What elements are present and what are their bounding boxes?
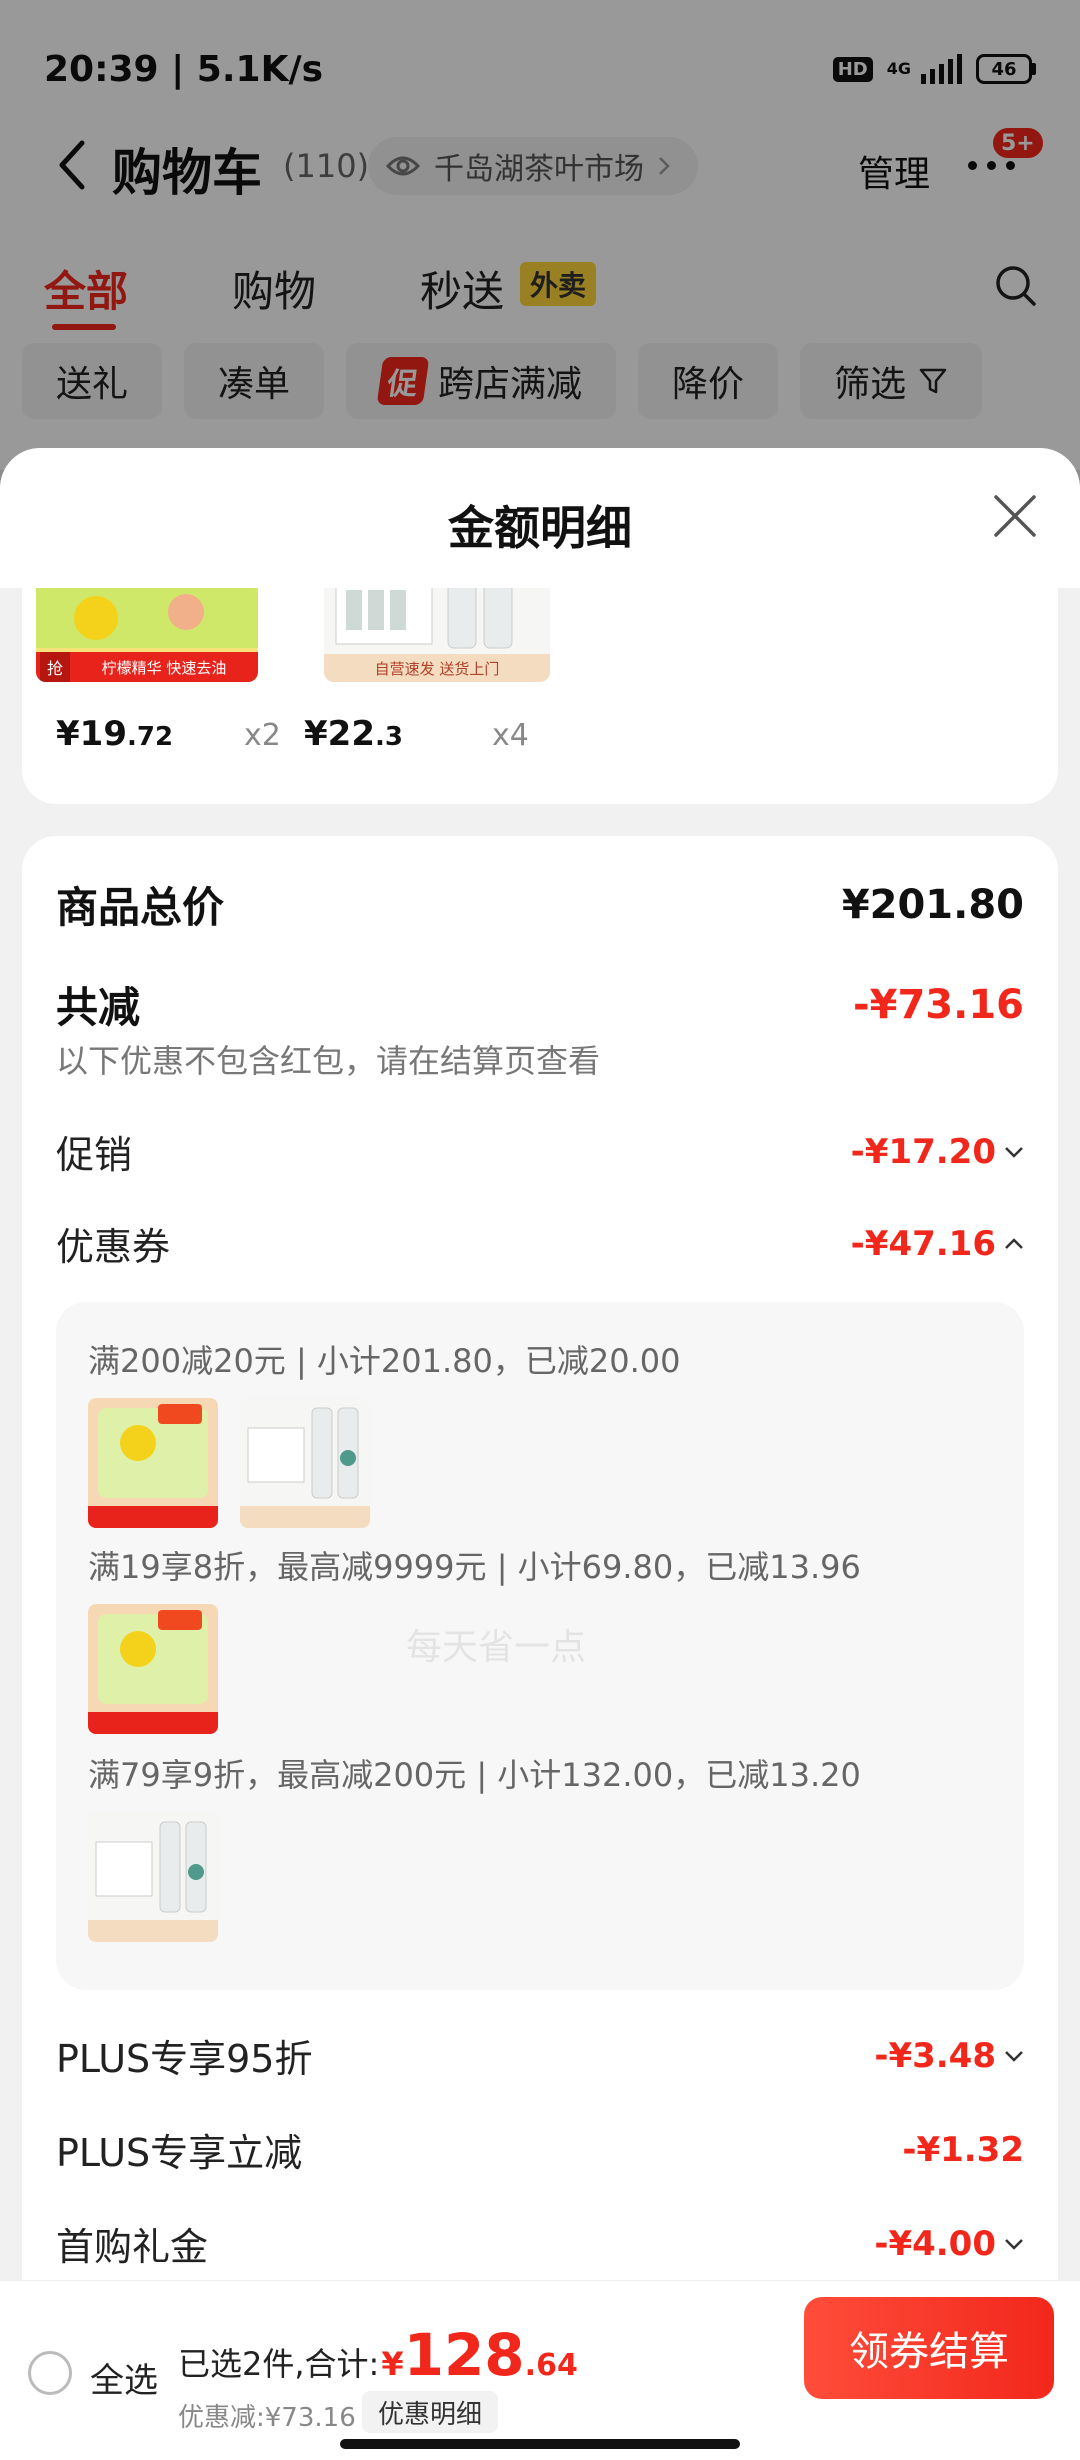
- eye-icon: [386, 156, 420, 176]
- total-price-label: 商品总价: [56, 883, 225, 932]
- chip-bundle[interactable]: 凑单: [184, 343, 325, 419]
- chevron-down-icon: [1005, 1146, 1023, 1158]
- amount-detail-sheet: 金额明细 抢 柠檬精华 快速去油 自营速发 送货上门 ¥19.72 x2 ¥22…: [0, 448, 1080, 2460]
- product-thumb-water: [240, 1398, 370, 1528]
- coupon-row[interactable]: 优惠券 -¥47.16: [56, 1216, 1024, 1271]
- chip-price-drop[interactable]: 降价: [638, 343, 779, 419]
- close-icon[interactable]: [992, 493, 1038, 539]
- product-thumb-dish-soap: [88, 1604, 218, 1734]
- product-banner-lemon: 柠檬精华 快速去油: [102, 659, 227, 677]
- item-price: ¥19.72: [56, 714, 174, 754]
- active-tab-indicator: [52, 324, 116, 330]
- discount-detail-button[interactable]: 优惠明细: [362, 2391, 499, 2433]
- coupon-rule: 满79享9折，最高减200元 | 小计132.00，已减13.20: [88, 1756, 861, 1794]
- reduction-note: 以下优惠不包含红包，请在结算页查看: [56, 1042, 601, 1080]
- chevron-right-icon: [659, 157, 670, 175]
- plus-cut-label: PLUS专享立减: [56, 2131, 303, 2175]
- cart-count: (110): [283, 147, 370, 185]
- watermark: 每天省一点: [406, 1627, 587, 1668]
- product-thumb-dish-soap: [88, 1398, 218, 1528]
- select-all-label[interactable]: 全选: [90, 2353, 158, 2402]
- status-time: 20:39 | 5.1K/s: [44, 48, 324, 90]
- manage-button[interactable]: 管理: [858, 145, 930, 197]
- filter-icon: [919, 368, 947, 394]
- item-quantity: x4: [492, 718, 529, 753]
- plus-cut-row: PLUS专享立减 -¥1.32: [56, 2122, 1024, 2177]
- tab-all[interactable]: 全部: [44, 258, 128, 319]
- tab-shopping[interactable]: 购物: [232, 258, 316, 319]
- selected-summary: 已选2件,合计: ¥ 128 .64: [178, 2321, 578, 2389]
- saved-amount: 优惠减:¥73.16: [178, 2403, 356, 2433]
- flash-sale-tag: 抢: [47, 659, 63, 678]
- plus-cut-value: -¥1.32: [902, 2129, 1024, 2170]
- plus-discount-row[interactable]: PLUS专享95折 -¥3.48: [56, 2028, 1024, 2083]
- plus-discount-label: PLUS专享95折: [56, 2037, 313, 2081]
- battery-icon: 46: [976, 54, 1036, 84]
- checkout-button[interactable]: 领券结算: [804, 2297, 1054, 2399]
- tab-instant[interactable]: 秒送: [420, 258, 504, 319]
- product-thumb-water: [88, 1812, 218, 1942]
- total-reduction-row: 共减 -¥73.16: [56, 974, 1024, 1035]
- page-title: 购物车: [112, 144, 262, 202]
- chevron-down-icon: [1005, 2050, 1023, 2062]
- total-price-row: 商品总价 ¥201.80: [56, 874, 1024, 935]
- total-amount: 128: [403, 2321, 525, 2389]
- back-arrow-icon[interactable]: [52, 135, 92, 195]
- selected-items-card: 抢 柠檬精华 快速去油 自营速发 送货上门 ¥19.72 x2 ¥22.3 x4: [22, 588, 1058, 804]
- promo-value: -¥17.20: [850, 1131, 996, 1172]
- coupon-value: -¥47.16: [850, 1223, 996, 1264]
- coupon-label: 优惠券: [56, 1225, 171, 1269]
- filter-chips: 送礼 凑单 促 跨店满减 降价 筛选: [22, 343, 983, 419]
- signal-icon: [921, 54, 962, 84]
- total-reduction-label: 共减: [56, 983, 141, 1032]
- more-icon[interactable]: [968, 161, 1015, 170]
- sheet-header: 金额明细: [0, 448, 1080, 588]
- chip-gift[interactable]: 送礼: [22, 343, 163, 419]
- total-price-value: ¥201.80: [841, 881, 1024, 928]
- market-pill[interactable]: 千岛湖茶叶市场: [368, 137, 698, 195]
- cart-header: 购物车 (110) 千岛湖茶叶市场 管理 5+: [0, 125, 1080, 205]
- sheet-title: 金额明细: [448, 501, 632, 555]
- chip-cross-store[interactable]: 促 跨店满减: [346, 343, 617, 419]
- chevron-up-icon: [1005, 1237, 1023, 1249]
- product-image-dish-soap[interactable]: 抢 柠檬精华 快速去油: [36, 588, 258, 682]
- promo-row[interactable]: 促销 -¥17.20: [56, 1124, 1024, 1179]
- plus-discount-value: -¥3.48: [874, 2035, 996, 2076]
- first-purchase-row[interactable]: 首购礼金 -¥4.00: [56, 2216, 1024, 2271]
- message-badge: 5+: [990, 125, 1046, 161]
- chip-filter[interactable]: 筛选: [800, 343, 983, 419]
- coupon-rule: 满19享8折，最高减9999元 | 小计69.80，已减13.96: [88, 1548, 861, 1586]
- hd-icon: HD: [832, 56, 873, 82]
- item-price: ¥22.3: [304, 714, 403, 754]
- takeout-tag: 外卖: [520, 262, 597, 306]
- first-purchase-label: 首购礼金: [56, 2225, 209, 2269]
- coupon-rule: 满200减20元 | 小计201.80，已减20.00: [88, 1342, 681, 1380]
- checkout-bar: 全选 已选2件,合计: ¥ 128 .64 优惠减:¥73.16 优惠明细 领券…: [0, 2280, 1080, 2460]
- promo-tag-icon: 促: [376, 357, 430, 405]
- chevron-down-icon: [1005, 2238, 1023, 2250]
- home-indicator: [340, 2439, 740, 2449]
- market-label: 千岛湖茶叶市场: [434, 152, 644, 187]
- search-icon[interactable]: [994, 264, 1038, 308]
- promo-label: 促销: [56, 1133, 133, 1177]
- first-purchase-value: -¥4.00: [874, 2223, 996, 2264]
- cart-tabs: 全部 购物 秒送 外卖: [0, 258, 1080, 330]
- total-reduction-value: -¥73.16: [853, 981, 1024, 1028]
- product-image-water[interactable]: 自营速发 送货上门: [324, 588, 550, 682]
- select-all-checkbox[interactable]: [28, 2351, 72, 2395]
- status-bar: 20:39 | 5.1K/s HD 4G 46: [44, 44, 1036, 94]
- cart-page-background: 20:39 | 5.1K/s HD 4G 46 购物车 (110) 千岛湖茶叶市…: [0, 0, 1080, 470]
- item-quantity: x2: [244, 718, 281, 753]
- network-type: 4G: [886, 59, 911, 78]
- product-banner-water: 自营速发 送货上门: [375, 660, 500, 678]
